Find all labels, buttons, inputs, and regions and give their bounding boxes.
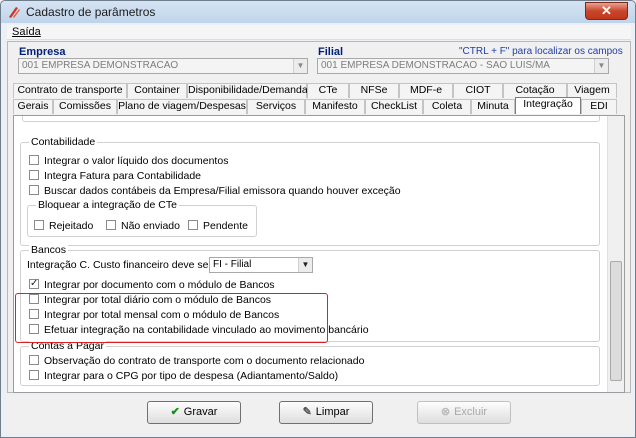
bloquear-cte-group: Bloquear a integração de CTe Rejeitado N… — [27, 199, 257, 237]
tab-contrato-transporte[interactable]: Contrato de transporte — [13, 83, 127, 98]
tab-mdfe[interactable]: MDF-e — [399, 83, 453, 98]
contabilidade-group: Contabilidade Integrar o valor líquido d… — [20, 136, 600, 246]
tab-cte[interactable]: CTe — [307, 83, 349, 98]
checkbox-label: Rejeitado — [49, 220, 94, 232]
checkbox-integrar-por-documento[interactable]: Integrar por documento com o módulo de B… — [29, 279, 275, 293]
checkbox-box[interactable] — [29, 370, 39, 380]
checkbox-integrar-cpg-tipo-despesa[interactable]: Integrar para o CPG por tipo de despesa … — [29, 370, 338, 384]
checkbox-label: Não enviado — [121, 220, 180, 232]
checkbox-label: Pendente — [203, 220, 248, 232]
highlight-box — [15, 293, 328, 343]
custo-financeiro-label: Integração C. Custo financeiro deve ser … — [27, 259, 231, 271]
tab-cotacao[interactable]: Cotação — [503, 83, 567, 98]
menu-bar: Saída — [7, 25, 631, 40]
checkbox-box[interactable] — [29, 185, 39, 195]
excluir-button[interactable]: ⊗ Excluir — [417, 401, 511, 424]
chevron-down-icon: ▼ — [298, 258, 312, 272]
window-title: Cadastro de parâmetros — [26, 5, 156, 19]
checkbox-box[interactable] — [29, 155, 39, 165]
checkbox-label: Integra Fatura para Contabilidade — [44, 170, 202, 182]
limpar-label: Limpar — [315, 406, 350, 418]
tab-nfse[interactable]: NFSe — [349, 83, 399, 98]
chevron-down-icon: ▼ — [293, 59, 307, 73]
tab-integracao[interactable]: Integração — [515, 97, 581, 114]
close-icon: ✕ — [601, 3, 612, 18]
contabilidade-title: Contabilidade — [29, 136, 98, 148]
gravar-button[interactable]: ✔ Gravar — [147, 401, 241, 424]
empresa-label: Empresa — [19, 46, 66, 58]
tab-plano-viagem[interactable]: Plano de viagem/Despesas — [117, 99, 247, 114]
checkbox-label: Buscar dados contábeis da Empresa/Filial… — [44, 185, 401, 197]
tab-edi[interactable]: EDI — [581, 99, 617, 114]
contas-pagar-group: Contas a Pagar Observação do contrato de… — [20, 340, 600, 386]
app-logo-icon — [9, 7, 20, 18]
tab-row-1: Contrato de transporte Container Disponi… — [13, 83, 625, 98]
vertical-scrollbar[interactable] — [607, 116, 624, 392]
excluir-label: Excluir — [454, 406, 488, 418]
custo-financeiro-value: FI - Filial — [213, 259, 252, 270]
delete-icon: ⊗ — [440, 406, 451, 418]
tab-container[interactable]: Container — [127, 83, 187, 98]
checkbox-box[interactable] — [29, 355, 39, 365]
checkbox-rejeitado[interactable]: Rejeitado — [34, 220, 93, 234]
filial-label: Filial — [318, 46, 344, 58]
filial-select[interactable]: 001 EMPRESA DEMONSTRACAO - SAO LUIS/MA ▼ — [317, 58, 609, 74]
button-bar: ✔ Gravar ✎ Limpar ⊗ Excluir — [7, 395, 631, 433]
previous-group-bottom — [22, 116, 600, 122]
limpar-button[interactable]: ✎ Limpar — [279, 401, 373, 424]
checkbox-label: Integrar por documento com o módulo de B… — [44, 279, 275, 291]
checkbox-label: Integrar o valor líquido dos documentos — [44, 155, 229, 167]
custo-financeiro-select[interactable]: FI - Filial ▼ — [209, 257, 313, 273]
main-window: Cadastro de parâmetros ✕ Saída Empresa 0… — [0, 0, 636, 438]
checkbox-box[interactable] — [188, 220, 198, 230]
tab-ciot[interactable]: CIOT — [453, 83, 503, 98]
tab-checklist[interactable]: CheckList — [365, 99, 423, 114]
filial-value: 001 EMPRESA DEMONSTRACAO - SAO LUIS/MA — [321, 60, 550, 71]
checkbox-nao-enviado[interactable]: Não enviado — [106, 220, 180, 234]
chevron-down-icon: ▼ — [594, 59, 608, 73]
close-button[interactable]: ✕ — [585, 2, 628, 20]
bloquear-cte-title: Bloquear a integração de CTe — [36, 199, 179, 211]
eraser-icon: ✎ — [302, 406, 312, 418]
checkbox-box[interactable] — [106, 220, 116, 230]
checkbox-label: Integrar para o CPG por tipo de despesa … — [44, 370, 339, 382]
empresa-select[interactable]: 001 EMPRESA DEMONSTRACAO ▼ — [18, 58, 308, 74]
checkbox-integra-fatura[interactable]: Integra Fatura para Contabilidade — [29, 170, 201, 184]
checkbox-observacao-contrato[interactable]: Observação do contrato de transporte com… — [29, 355, 364, 369]
menu-saida[interactable]: Saída — [12, 26, 41, 38]
checkbox-integrar-valor-liquido[interactable]: Integrar o valor líquido dos documentos — [29, 155, 228, 169]
checkbox-box[interactable] — [29, 170, 39, 180]
scrollbar-thumb[interactable] — [610, 261, 622, 381]
integracao-panel: Contabilidade Integrar o valor líquido d… — [13, 115, 625, 393]
bancos-title: Bancos — [29, 244, 69, 256]
checkmark-icon: ✔ — [170, 406, 180, 418]
checkbox-box[interactable] — [34, 220, 44, 230]
tab-gerais[interactable]: Gerais — [13, 99, 53, 114]
gravar-label: Gravar — [183, 406, 218, 418]
checkbox-buscar-dados-contabeis[interactable]: Buscar dados contábeis da Empresa/Filial… — [29, 185, 401, 199]
tab-viagem[interactable]: Viagem — [567, 83, 617, 98]
empresa-value: 001 EMPRESA DEMONSTRACAO — [22, 60, 179, 71]
tab-minuta[interactable]: Minuta — [471, 99, 515, 114]
checkbox-pendente[interactable]: Pendente — [188, 220, 248, 234]
search-hint: "CTRL + F" para localizar os campos — [459, 46, 623, 57]
tab-comissoes[interactable]: Comissões — [53, 99, 117, 114]
tab-disponibilidade-demanda[interactable]: Disponibilidade/Demanda — [187, 83, 308, 98]
checkbox-label: Observação do contrato de transporte com… — [44, 355, 365, 367]
title-bar: Cadastro de parâmetros ✕ — [1, 1, 635, 23]
tab-coleta[interactable]: Coleta — [423, 99, 471, 114]
tab-row-2: Gerais Comissões Plano de viagem/Despesa… — [13, 97, 625, 114]
tab-manifesto[interactable]: Manifesto — [305, 99, 365, 114]
checkbox-box[interactable] — [29, 279, 39, 289]
tab-servicos[interactable]: Serviços — [247, 99, 305, 114]
